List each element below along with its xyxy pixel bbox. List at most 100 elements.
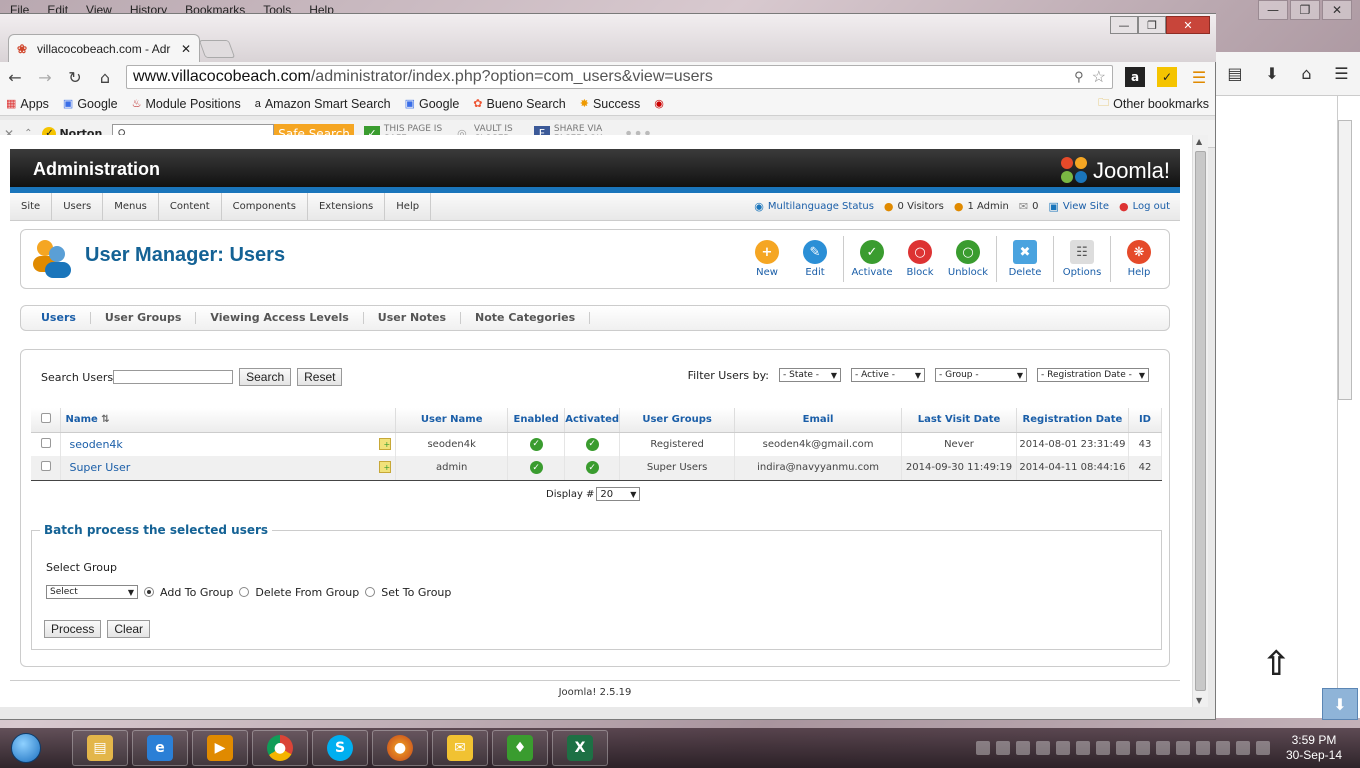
taskbar-clock[interactable]: 3:59 PM 30-Sep-14 [1276, 733, 1352, 763]
menu-content[interactable]: Content [159, 192, 222, 221]
tray-icon[interactable] [1135, 741, 1150, 755]
taskbar-chrome[interactable]: ● [252, 730, 308, 766]
tab-note-categories[interactable]: Note Categories [461, 312, 591, 324]
maximize-icon[interactable]: ❐ [1138, 16, 1166, 34]
col-activated[interactable]: Activated [564, 408, 621, 433]
taskbar-excel[interactable]: X [552, 730, 608, 766]
bookmark-amazon[interactable]: a Amazon Smart Search [255, 97, 391, 111]
unblock-button[interactable]: ○ Unblock [944, 234, 992, 284]
filter-active-select[interactable]: - Active - ▼ [851, 368, 925, 382]
multilang-status[interactable]: ◉ Multilanguage Status [754, 200, 874, 213]
enabled-check-icon[interactable]: ✓ [529, 437, 543, 451]
menu-users[interactable]: Users [52, 192, 104, 221]
tray-icon[interactable] [1095, 741, 1110, 755]
col-email[interactable]: Email [734, 408, 903, 433]
bookmarks-list-icon[interactable]: ▤ [1227, 64, 1242, 83]
taskbar-app[interactable]: ♦ [492, 730, 548, 766]
reset-button[interactable]: Reset [297, 368, 343, 386]
enabled-check-icon[interactable]: ✓ [529, 461, 543, 475]
tray-icon[interactable] [1195, 741, 1210, 755]
col-last-visit[interactable]: Last Visit Date [901, 408, 1017, 433]
menu-components[interactable]: Components [222, 192, 308, 221]
filter-group-select[interactable]: - Group - ▼ [935, 368, 1027, 382]
new-tab-button[interactable] [198, 40, 236, 58]
activate-button[interactable]: ✓ Activate [848, 234, 896, 284]
tray-icon[interactable] [1075, 741, 1090, 755]
bookmark-module-positions[interactable]: ♨ Module Positions [132, 97, 241, 111]
bookmark-google-2[interactable]: ▣ Google [405, 97, 460, 111]
col-enabled[interactable]: Enabled [507, 408, 566, 433]
clear-button[interactable]: Clear [107, 620, 151, 638]
edit-button[interactable]: ✎ Edit [791, 234, 839, 284]
add-to-group-radio[interactable] [144, 587, 154, 597]
set-to-group-radio[interactable] [365, 587, 376, 597]
messages-count[interactable]: ✉ 0 [1019, 200, 1039, 213]
col-name[interactable]: Name ⇅ [60, 408, 397, 433]
group-select[interactable]: Select ▼ [46, 585, 138, 599]
col-registration-date[interactable]: Registration Date [1016, 408, 1129, 433]
menu-menus[interactable]: Menus [103, 192, 159, 221]
user-name-link[interactable]: Super User [69, 461, 130, 474]
tray-icon[interactable] [975, 741, 990, 755]
view-site-link[interactable]: ▣ View Site [1048, 200, 1109, 213]
new-button[interactable]: + New [743, 234, 791, 284]
taskbar-outlook[interactable]: ✉ [432, 730, 488, 766]
close-icon[interactable]: ✕ [1322, 0, 1352, 20]
flag-icon[interactable] [1215, 741, 1230, 755]
scroll-down-icon[interactable]: ▼ [1196, 696, 1202, 705]
block-button[interactable]: ○ Block [896, 234, 944, 284]
browser-tab[interactable]: ❀ villacocobeach.com - Adr ✕ [8, 34, 200, 62]
start-button[interactable] [4, 730, 48, 766]
reload-icon[interactable]: ↻ [66, 68, 84, 87]
help-button[interactable]: ❋ Help [1115, 234, 1163, 284]
minimize-icon[interactable]: — [1110, 16, 1138, 34]
menu-icon[interactable]: ☰ [1334, 64, 1348, 83]
bookmark-bueno[interactable]: ✿ Bueno Search [473, 97, 565, 111]
tab-viewing-access-levels[interactable]: Viewing Access Levels [196, 312, 364, 324]
menu-extensions[interactable]: Extensions [308, 192, 386, 221]
filter-state-select[interactable]: - State - ▼ [779, 368, 841, 382]
address-bar[interactable]: www.villacocobeach.com/administrator/ind… [126, 65, 1113, 89]
menu-site[interactable]: Site [10, 192, 53, 221]
other-bookmarks[interactable]: 🗀 Other bookmarks [1098, 94, 1209, 113]
chrome-menu-icon[interactable]: ☰ [1189, 67, 1209, 87]
tray-icon[interactable] [1055, 741, 1070, 755]
page-scrollbar[interactable]: ▲ ▼ [1192, 135, 1208, 707]
options-button[interactable]: ☷ Options [1058, 234, 1106, 284]
activated-check-icon[interactable]: ✓ [585, 461, 599, 475]
logout-link[interactable]: ● Log out [1119, 200, 1170, 213]
process-button[interactable]: Process [44, 620, 102, 638]
add-note-icon[interactable]: + [379, 437, 392, 450]
activated-check-icon[interactable]: ✓ [585, 437, 599, 451]
tray-icon[interactable] [1155, 741, 1170, 755]
star-icon[interactable]: ☆ [1092, 67, 1106, 87]
bookmark-success[interactable]: ✸ Success [580, 97, 640, 111]
amazon-extension-icon[interactable]: a [1125, 67, 1145, 87]
taskbar-skype[interactable]: S [312, 730, 368, 766]
scroll-thumb[interactable] [1195, 151, 1206, 691]
home-icon[interactable]: ⌂ [96, 68, 114, 87]
taskbar-firefox[interactable]: ● [372, 730, 428, 766]
network-icon[interactable] [1235, 741, 1250, 755]
tab-user-notes[interactable]: User Notes [364, 312, 462, 324]
forward-icon[interactable]: → [36, 68, 54, 87]
taskbar-media-player[interactable]: ▶ [192, 730, 248, 766]
scroll-to-top-icon[interactable]: ⇧ [1262, 644, 1291, 684]
display-limit-select[interactable]: 20 ▼ [596, 487, 641, 501]
row-checkbox[interactable] [40, 437, 51, 448]
restore-icon[interactable]: ❐ [1290, 0, 1320, 20]
tray-icon[interactable] [1115, 741, 1130, 755]
col-username[interactable]: User Name [395, 408, 509, 433]
menu-help[interactable]: Help [385, 192, 432, 221]
search-input[interactable] [113, 370, 234, 384]
tray-icon[interactable] [995, 741, 1010, 755]
bookmark-google[interactable]: ▣ Google [63, 97, 118, 111]
back-icon[interactable]: ← [6, 68, 24, 87]
scroll-up-icon[interactable]: ▲ [1196, 137, 1202, 146]
search-button[interactable]: Search [239, 368, 292, 386]
tab-user-groups[interactable]: User Groups [91, 312, 197, 324]
col-id[interactable]: ID [1128, 408, 1163, 433]
tray-icon[interactable] [1175, 741, 1190, 755]
taskbar-explorer[interactable]: ▤ [72, 730, 128, 766]
norton-extension-icon[interactable]: ✓ [1157, 67, 1177, 87]
